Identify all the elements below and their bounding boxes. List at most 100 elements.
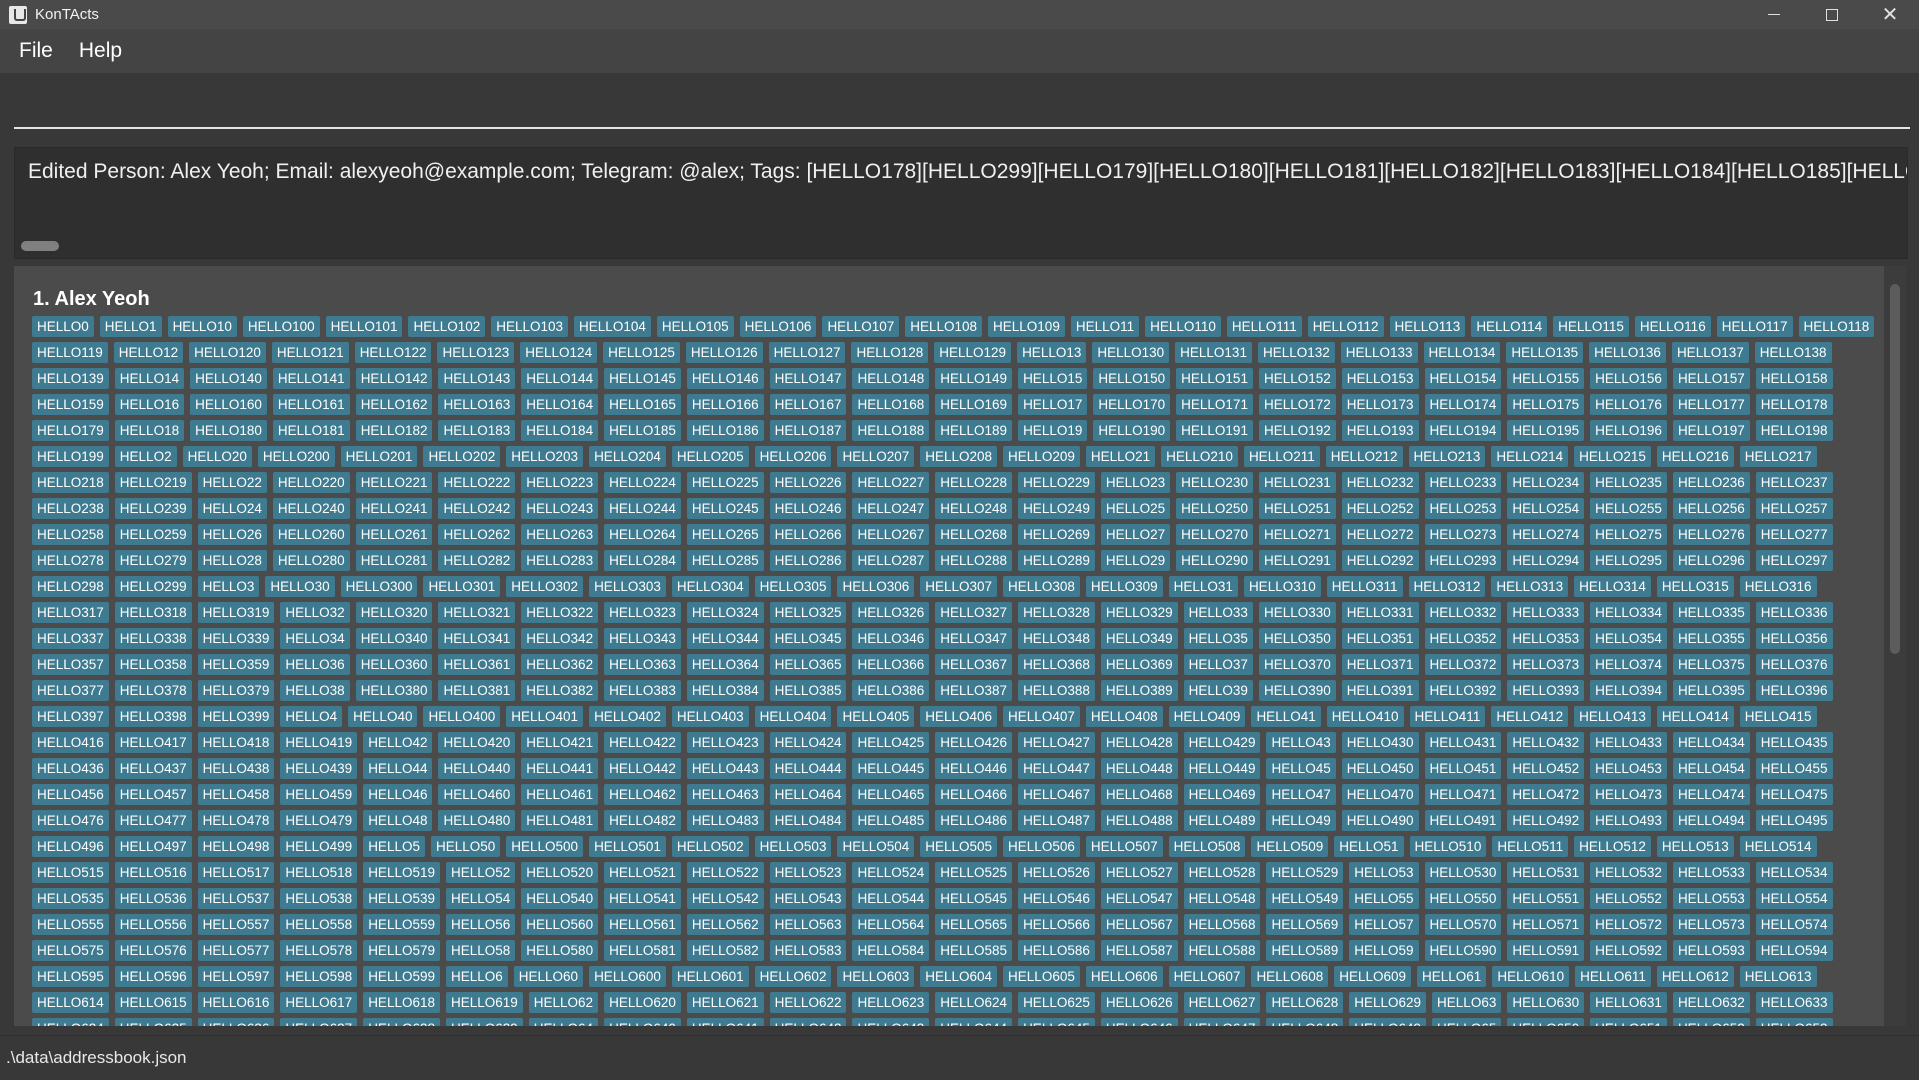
tag: HELLO273: [1424, 524, 1502, 545]
tag: HELLO138: [1754, 342, 1832, 363]
minimize-icon: [1768, 14, 1780, 15]
tag: HELLO429: [1183, 732, 1261, 753]
person-card[interactable]: 1. Alex Yeoh HELLO0 HELLO1 HELLO10 HELLO100…: [14, 266, 1884, 1026]
tag: HELLO358: [114, 654, 192, 675]
tag: HELLO20: [182, 446, 252, 467]
horizontal-scrollbar[interactable]: [21, 241, 59, 251]
tag: HELLO258: [32, 524, 109, 545]
tag: HELLO401: [506, 706, 584, 727]
tag: HELLO551: [1507, 888, 1585, 909]
result-display[interactable]: Edited Person: Alex Yeoh; Email: alexyeo…: [14, 147, 1908, 259]
tag: HELLO595: [32, 966, 109, 987]
tag: HELLO400: [423, 706, 501, 727]
tag: HELLO572: [1590, 914, 1667, 935]
tag: HELLO209: [1003, 446, 1080, 467]
tag: HELLO148: [852, 368, 930, 389]
tag: HELLO531: [1507, 862, 1585, 883]
tag: HELLO61: [1417, 966, 1487, 987]
tag: HELLO397: [32, 706, 109, 727]
menu-help[interactable]: Help: [70, 39, 131, 63]
tag: HELLO145: [604, 368, 681, 389]
tag: HELLO556: [114, 914, 192, 935]
tag: HELLO487: [1018, 810, 1095, 831]
app-icon: [9, 5, 27, 24]
tag: HELLO232: [1341, 472, 1419, 493]
tag: HELLO576: [114, 940, 192, 961]
tag: HELLO366: [852, 654, 930, 675]
tag: HELLO451: [1424, 758, 1502, 779]
tag: HELLO101: [325, 316, 403, 337]
tag: HELLO497: [114, 836, 192, 857]
tag: HELLO179: [32, 420, 109, 441]
tag: HELLO622: [769, 992, 847, 1013]
tag: HELLO443: [686, 758, 764, 779]
tag: HELLO383: [604, 680, 681, 701]
tag: HELLO285: [686, 550, 764, 571]
tag: HELLO13: [1017, 342, 1087, 363]
tag: HELLO63: [1432, 992, 1502, 1013]
tag: HELLO172: [1258, 394, 1336, 415]
close-button[interactable]: ✕: [1861, 0, 1919, 29]
tag: HELLO212: [1325, 446, 1403, 467]
tag: HELLO218: [32, 472, 109, 493]
tag: HELLO31: [1168, 576, 1238, 597]
tag: HELLO132: [1257, 342, 1335, 363]
command-box: [0, 73, 1919, 139]
tag: HELLO345: [769, 628, 847, 649]
tag: HELLO155: [1507, 368, 1585, 389]
tag: HELLO36: [280, 654, 350, 675]
tag: HELLO227: [852, 472, 930, 493]
tag: HELLO40: [348, 706, 418, 727]
tag: HELLO465: [852, 784, 930, 805]
tag: HELLO560: [521, 914, 599, 935]
tag: HELLO287: [852, 550, 930, 571]
tag: HELLO425: [852, 732, 930, 753]
tag: HELLO504: [837, 836, 915, 857]
tag: HELLO585: [935, 940, 1013, 961]
tag: HELLO159: [32, 394, 109, 415]
tag: HELLO102: [408, 316, 486, 337]
person-list-panel[interactable]: 1. Alex Yeoh HELLO0 HELLO1 HELLO10 HELLO100…: [14, 266, 1906, 1026]
tag: HELLO283: [521, 550, 599, 571]
tag: HELLO486: [935, 810, 1013, 831]
command-input[interactable]: [14, 83, 1910, 129]
tag: HELLO428: [1100, 732, 1178, 753]
tag: HELLO578: [280, 940, 358, 961]
tag: HELLO282: [438, 550, 516, 571]
tag: HELLO522: [686, 862, 764, 883]
tag: HELLO379: [197, 680, 275, 701]
tag: HELLO256: [1672, 498, 1750, 519]
tag: HELLO214: [1491, 446, 1569, 467]
tag: HELLO41: [1251, 706, 1321, 727]
tag: HELLO577: [197, 940, 275, 961]
tag: HELLO649: [1349, 1018, 1427, 1026]
tag: HELLO517: [197, 862, 275, 883]
tag: HELLO156: [1590, 368, 1667, 389]
tag: HELLO639: [445, 1018, 523, 1026]
tag: HELLO375: [1672, 654, 1750, 675]
tag: HELLO454: [1672, 758, 1750, 779]
tag: HELLO625: [1018, 992, 1095, 1013]
menu-file[interactable]: File: [10, 39, 62, 63]
tag: HELLO643: [852, 1018, 930, 1026]
tag: HELLO592: [1590, 940, 1667, 961]
tag: HELLO337: [32, 628, 109, 649]
tag: HELLO1: [99, 316, 162, 337]
maximize-button[interactable]: [1803, 0, 1861, 29]
tag: HELLO264: [604, 524, 681, 545]
tag: HELLO612: [1656, 966, 1734, 987]
tag: HELLO239: [114, 498, 192, 519]
tag: HELLO500: [506, 836, 584, 857]
tag: HELLO561: [604, 914, 681, 935]
tag: HELLO476: [32, 810, 109, 831]
tag: HELLO434: [1672, 732, 1750, 753]
tag: HELLO348: [1018, 628, 1095, 649]
vertical-scrollbar[interactable]: [1890, 284, 1900, 654]
tag: HELLO260: [272, 524, 350, 545]
tag: HELLO423: [686, 732, 764, 753]
minimize-button[interactable]: [1745, 0, 1803, 29]
tag: HELLO317: [32, 602, 109, 623]
tag: HELLO277: [1755, 524, 1833, 545]
tag: HELLO30: [265, 576, 335, 597]
tag: HELLO314: [1574, 576, 1651, 597]
